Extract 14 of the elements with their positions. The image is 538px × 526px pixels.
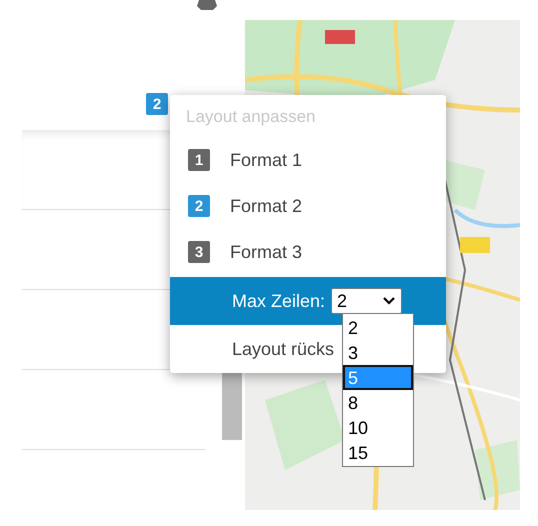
chevron-icon [383, 297, 396, 305]
menu-item[interactable]: Layout rücks [232, 338, 334, 360]
dropdown-option[interactable]: 10 [343, 415, 413, 440]
max-rows-select[interactable]: 2 [331, 288, 402, 314]
dropdown-option[interactable]: 8 [343, 390, 413, 415]
format-label[interactable]: Format 1 [230, 150, 302, 170]
dropdown-option[interactable]: 3 [343, 340, 413, 365]
format-badge[interactable]: 1 [188, 149, 210, 171]
format-label[interactable]: Format 3 [230, 242, 302, 262]
format-label[interactable]: Format 2 [230, 196, 302, 216]
format-badge[interactable]: 3 [188, 241, 210, 263]
dropdown-option[interactable]: 2 [343, 315, 413, 340]
max-rows-label: Max Zeilen: [232, 290, 326, 312]
dropdown-option[interactable]: 15 [343, 440, 413, 465]
